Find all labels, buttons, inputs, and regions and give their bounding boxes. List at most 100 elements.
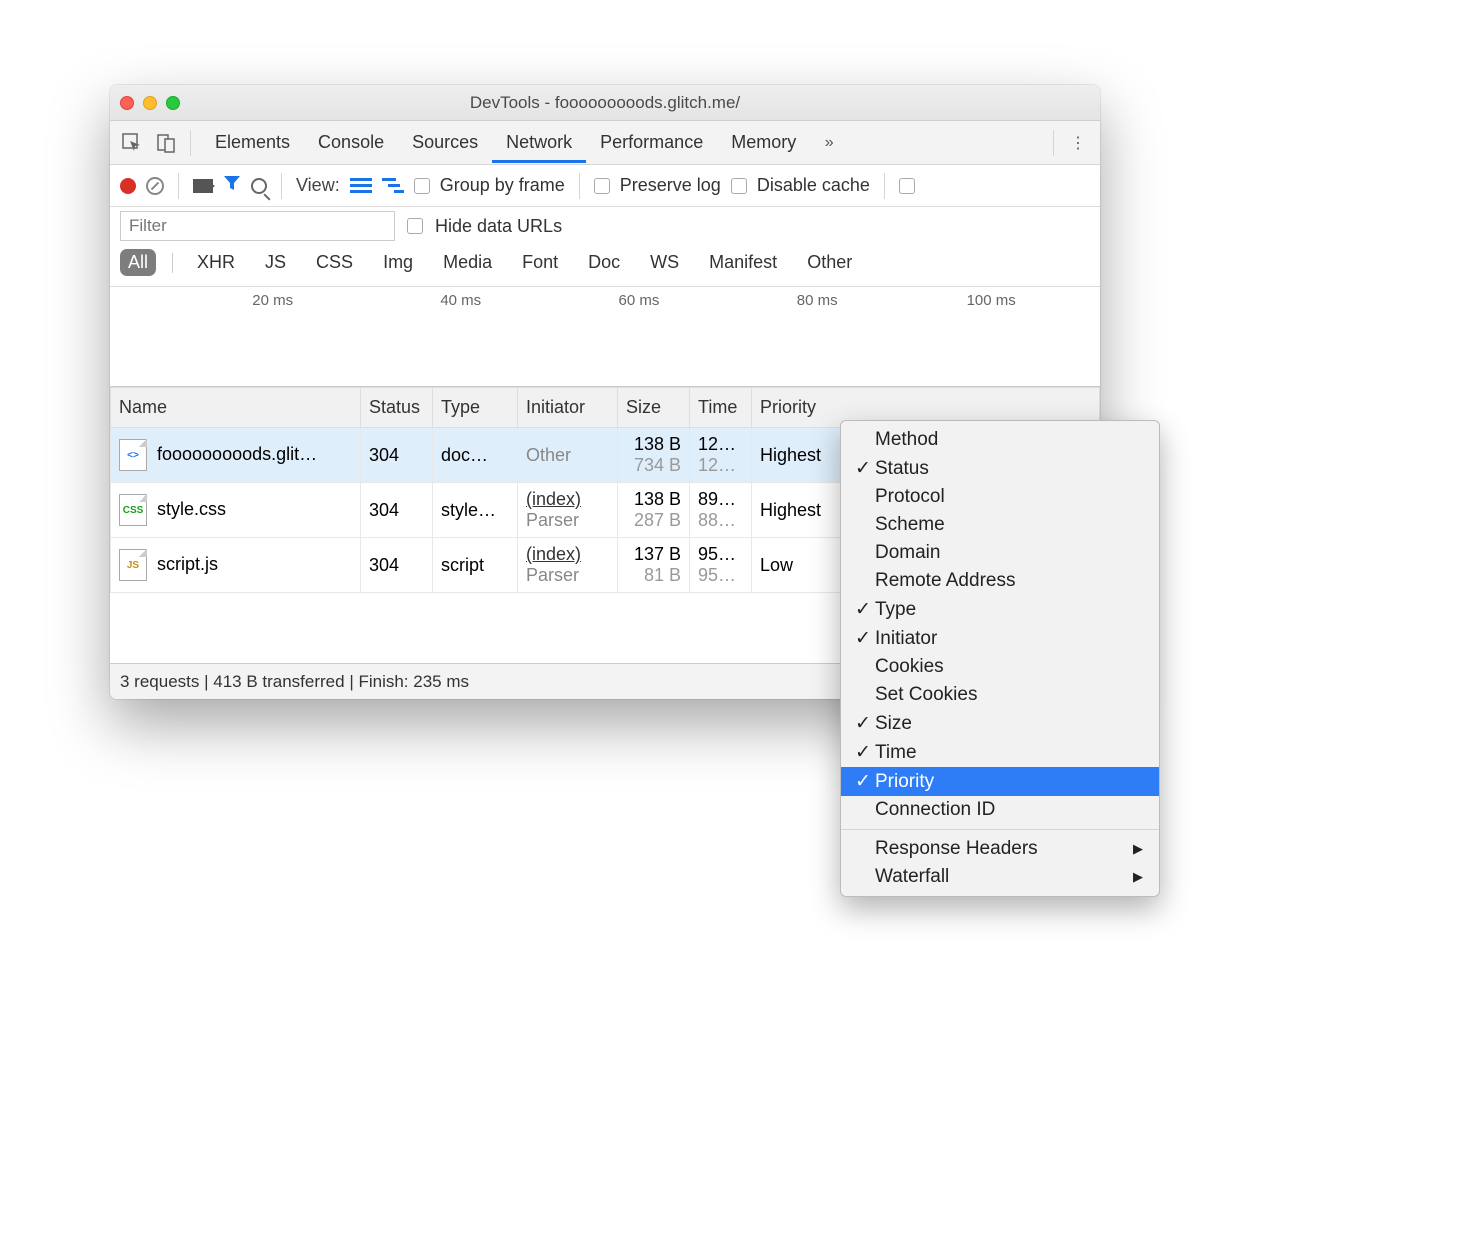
network-toolbar: View: Group by frame Preserve log Disabl… [110,165,1100,207]
disable-cache-label: Disable cache [757,175,870,196]
type-filter-manifest[interactable]: Manifest [701,249,785,276]
filter-bar: Hide data URLs All XHR JS CSS Img Media Font Do… [110,207,1100,287]
request-name: script.js [157,554,218,574]
cell-initiator: (index)Parser [518,483,618,538]
tab-memory[interactable]: Memory [717,123,810,162]
timeline-tick: 100 ms [967,292,1021,309]
check-icon: ✓ [851,627,875,650]
timeline-tick: 60 ms [619,292,665,309]
filter-toggle-icon[interactable] [223,174,241,197]
column-header-time[interactable]: Time [690,388,752,428]
cell-size: 138 B734 B [618,428,690,483]
cell-type: style… [433,483,518,538]
ctx-item-label: Connection ID [875,799,995,821]
window-title: DevTools - fooooooooods.glitch.me/ [110,93,1100,113]
cell-status: 304 [361,483,433,538]
titlebar: DevTools - fooooooooods.glitch.me/ [110,85,1100,121]
group-by-frame-checkbox[interactable] [414,178,430,194]
timeline-tick: 80 ms [797,292,843,309]
cell-initiator: Other [518,428,618,483]
overview-timeline[interactable]: 20 ms 40 ms 60 ms 80 ms 100 ms [110,287,1100,387]
ctx-item-priority[interactable]: ✓Priority [841,767,1159,796]
ctx-item-set-cookies[interactable]: Set Cookies [841,681,1159,709]
type-filter-all[interactable]: All [120,249,156,276]
ctx-item-cookies[interactable]: Cookies [841,653,1159,681]
timeline-tick: 20 ms [252,292,298,309]
check-icon: ✓ [851,457,875,480]
status-text: 3 requests | 413 B transferred | Finish:… [120,672,469,692]
type-filter-other[interactable]: Other [799,249,860,276]
device-toolbar-icon[interactable] [152,129,180,157]
ctx-item-remote-address[interactable]: Remote Address [841,567,1159,595]
separator [190,130,191,156]
ctx-item-waterfall[interactable]: Waterfall▶ [841,863,1159,891]
filter-input[interactable] [120,211,395,241]
offline-checkbox[interactable] [899,178,915,194]
type-filter-img[interactable]: Img [375,249,421,276]
ctx-item-size[interactable]: ✓Size [841,709,1159,738]
inspect-element-icon[interactable] [118,129,146,157]
menu-separator [841,829,1159,830]
ctx-item-label: Set Cookies [875,684,977,706]
check-icon: ✓ [851,770,875,793]
type-filter-css[interactable]: CSS [308,249,361,276]
type-filter-xhr[interactable]: XHR [189,249,243,276]
file-icon: <> [119,439,147,471]
timeline-tick: 40 ms [440,292,486,309]
type-filter-doc[interactable]: Doc [580,249,628,276]
ctx-item-label: Size [875,713,912,735]
panel-tabs: ElementsConsoleSourcesNetworkPerformance… [110,121,1100,165]
preserve-log-checkbox[interactable] [594,178,610,194]
hide-data-urls-checkbox[interactable] [407,218,423,234]
ctx-item-label: Time [875,742,917,764]
disable-cache-checkbox[interactable] [731,178,747,194]
search-icon[interactable] [251,178,267,194]
ctx-item-label: Cookies [875,656,944,678]
column-header-name[interactable]: Name [111,388,361,428]
submenu-arrow-icon: ▶ [1133,841,1143,857]
type-filter-js[interactable]: JS [257,249,294,276]
column-header-status[interactable]: Status [361,388,433,428]
type-filter-media[interactable]: Media [435,249,500,276]
tabs-overflow-button[interactable]: » [816,134,842,152]
ctx-item-response-headers[interactable]: Response Headers▶ [841,835,1159,863]
ctx-item-label: Initiator [875,628,937,650]
request-name: style.css [157,499,226,519]
check-icon: ✓ [851,741,875,764]
cell-time: 95…95… [690,538,752,593]
ctx-item-label: Remote Address [875,570,1015,592]
ctx-item-status[interactable]: ✓Status [841,454,1159,483]
ctx-item-connection-id[interactable]: Connection ID [841,796,1159,824]
tab-performance[interactable]: Performance [586,123,717,162]
tab-network[interactable]: Network [492,123,586,162]
tab-console[interactable]: Console [304,123,398,162]
screenshot-capture-icon[interactable] [193,179,213,193]
large-rows-view-button[interactable] [350,178,372,194]
column-header-size[interactable]: Size [618,388,690,428]
column-context-menu: Method ✓StatusProtocolSchemeDomain Remote … [840,420,1160,897]
separator [281,173,282,199]
ctx-item-domain[interactable]: Domain [841,539,1159,567]
ctx-item-method[interactable]: Method [841,426,1159,454]
type-filter-ws[interactable]: WS [642,249,687,276]
tab-elements[interactable]: Elements [201,123,304,162]
tab-sources[interactable]: Sources [398,123,492,162]
ctx-item-protocol[interactable]: Protocol [841,483,1159,511]
waterfall-view-button[interactable] [382,178,404,194]
cell-time: 89…88… [690,483,752,538]
type-filter-font[interactable]: Font [514,249,566,276]
ctx-item-time[interactable]: ✓Time [841,738,1159,767]
column-header-type[interactable]: Type [433,388,518,428]
ctx-item-type[interactable]: ✓Type [841,595,1159,624]
preserve-log-label: Preserve log [620,175,721,196]
ctx-item-label: Method [875,429,938,451]
clear-button[interactable] [146,177,164,195]
record-button[interactable] [120,178,136,194]
check-icon: ✓ [851,712,875,735]
column-header-initiator[interactable]: Initiator [518,388,618,428]
kebab-menu-icon[interactable]: ⋮ [1064,129,1092,157]
ctx-item-initiator[interactable]: ✓Initiator [841,624,1159,653]
ctx-item-scheme[interactable]: Scheme [841,511,1159,539]
hide-data-urls-label: Hide data URLs [435,216,562,237]
cell-type: script [433,538,518,593]
